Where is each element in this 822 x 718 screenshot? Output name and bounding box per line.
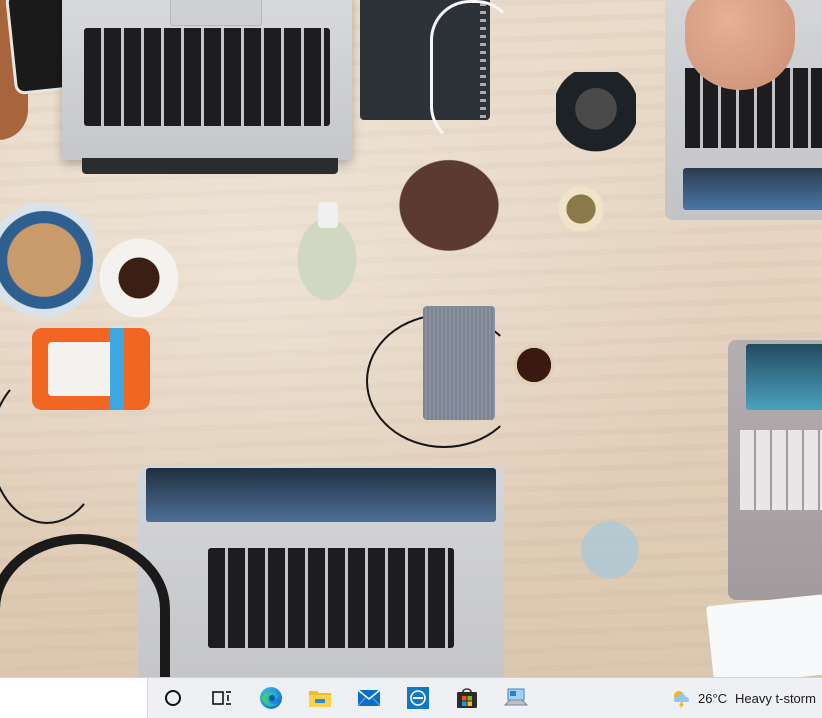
wallpaper-glass-jar: [560, 500, 660, 600]
wallpaper-grey-power-bank: [423, 306, 495, 420]
weather-condition[interactable]: Heavy t-storm: [735, 691, 816, 706]
store-icon[interactable]: [442, 678, 491, 718]
taskbar-search-box[interactable]: [0, 678, 148, 718]
wallpaper-dark-cup: [556, 72, 636, 164]
wallpaper-laptop-bottom: [138, 466, 504, 677]
edge-icon[interactable]: [246, 678, 295, 718]
wallpaper-earphone-cable: [430, 0, 516, 146]
wallpaper-black-cable-left: [0, 370, 104, 524]
wallpaper-laptop-top-left: [62, 0, 352, 174]
wallpaper-small-cup: [556, 183, 606, 235]
system-tray: 26°C Heavy t-storm: [664, 678, 822, 718]
wallpaper-laptop-right: [728, 340, 822, 600]
wallpaper-papers: [706, 593, 822, 677]
connect-icon[interactable]: [491, 678, 540, 718]
mail-icon[interactable]: [344, 678, 393, 718]
wallpaper-nut-bowl: [0, 198, 96, 322]
thunderstorm-icon[interactable]: [670, 687, 692, 709]
wallpaper-water-bottle: [284, 200, 370, 308]
wallpaper-teapot: [386, 135, 526, 263]
file-explorer-icon[interactable]: [295, 678, 344, 718]
weather-temperature[interactable]: 26°C: [698, 691, 727, 706]
wallpaper-espresso-cup: [508, 339, 560, 391]
task-view-icon[interactable]: [197, 678, 246, 718]
desktop-wallpaper: [0, 0, 822, 677]
dell-icon[interactable]: [393, 678, 442, 718]
taskbar: 26°C Heavy t-storm: [0, 677, 822, 718]
wallpaper-coffee-cup: [90, 232, 188, 324]
cortana-icon[interactable]: [148, 678, 197, 718]
